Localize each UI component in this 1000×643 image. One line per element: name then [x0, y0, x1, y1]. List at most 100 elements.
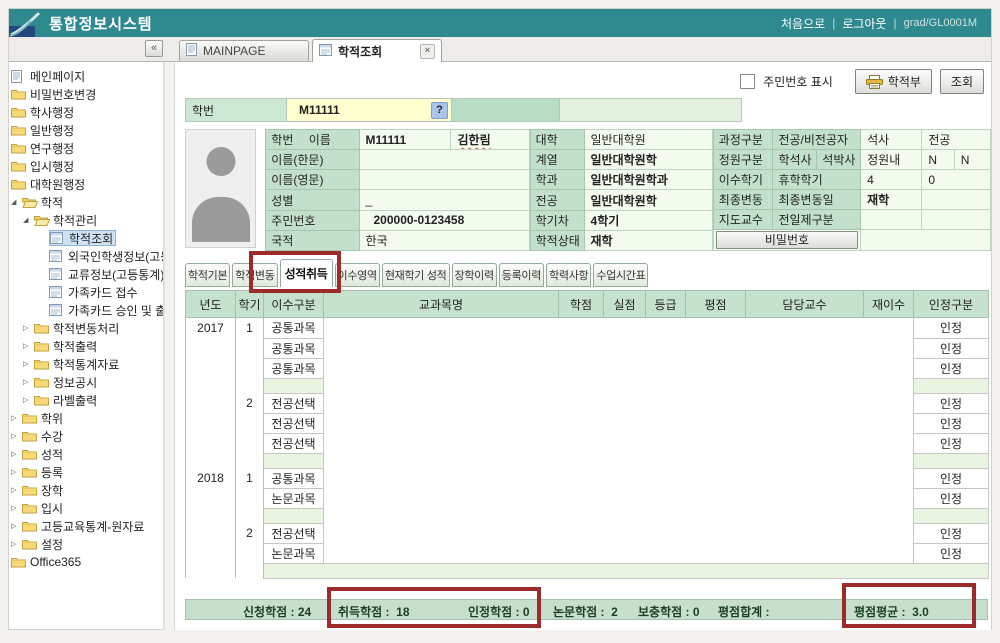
- window-tab-mainpage[interactable]: MAINPAGE: [179, 40, 309, 61]
- sidebar-collapse-button[interactable]: «: [145, 40, 163, 57]
- sidebar-item-label: 학위: [39, 410, 65, 427]
- sidebar-item[interactable]: 외국인학생정보(고등: [9, 247, 163, 265]
- sidebar-item[interactable]: 대학원행정: [9, 175, 163, 193]
- detail-tab-7[interactable]: 등록이력: [499, 263, 544, 287]
- sidebar-item[interactable]: ▷학적변동처리: [9, 319, 163, 337]
- tree-collapsed-icon[interactable]: ▷: [23, 396, 34, 404]
- tree-collapsed-icon[interactable]: ▷: [11, 540, 22, 548]
- sidebar-item[interactable]: ▷수강: [9, 427, 163, 445]
- sidebar-item[interactable]: 메인페이지: [9, 67, 163, 85]
- tree-expanded-icon[interactable]: ◢: [11, 198, 22, 206]
- tree-collapsed-icon[interactable]: ▷: [11, 522, 22, 530]
- sidebar-item[interactable]: 학사행정: [9, 103, 163, 121]
- tree-expanded-icon[interactable]: ◢: [23, 216, 34, 224]
- student-info-label: 이름(영문): [266, 170, 359, 190]
- grade-table-row[interactable]: 2전공선택인정: [186, 523, 989, 543]
- sidebar-item-content: 가족카드 접수: [49, 284, 140, 300]
- detail-tab-3[interactable]: 성적취득: [280, 259, 333, 287]
- student-info-row: 학과일반대학원학과: [530, 170, 712, 190]
- sidebar-item[interactable]: ▷설정: [9, 535, 163, 553]
- grade-table-row[interactable]: 공통과목인정: [186, 338, 989, 358]
- sidebar-item-content: 대학원행정: [11, 176, 87, 192]
- sidebar-item[interactable]: ▷성적: [9, 445, 163, 463]
- sidebar-item[interactable]: ▷ 학위: [9, 409, 163, 427]
- grade-table-row[interactable]: 전공선택인정: [186, 433, 989, 453]
- sidebar-item[interactable]: ◢학적관리: [9, 211, 163, 229]
- grade-table-row[interactable]: 논문과목인정: [186, 488, 989, 508]
- student-info-label: 국적: [266, 230, 359, 250]
- detail-tab-6[interactable]: 장학이력: [452, 263, 497, 287]
- window-tabs: MAINPAGE학적조회×: [179, 37, 445, 61]
- sidebar-item[interactable]: 비밀번호변경: [9, 85, 163, 103]
- summary-4: 논문학점 : 2: [553, 603, 618, 620]
- grade-cell-semester: [236, 378, 264, 393]
- grade-table-row[interactable]: 전공선택인정: [186, 413, 989, 433]
- grade-cell-year: [186, 413, 236, 433]
- grade-table-row[interactable]: 공통과목인정: [186, 358, 989, 378]
- detail-tab-9[interactable]: 수업시간표: [593, 263, 648, 287]
- window-tab-hakjeok[interactable]: 학적조회×: [312, 39, 442, 62]
- tree-collapsed-icon[interactable]: ▷: [23, 360, 34, 368]
- tree-collapsed-icon[interactable]: ▷: [11, 504, 22, 512]
- sidebar-item[interactable]: 연구행정: [9, 139, 163, 157]
- tree-collapsed-icon[interactable]: ▷: [23, 378, 34, 386]
- grade-table-row[interactable]: 20181공통과목인정: [186, 468, 989, 488]
- sidebar-item[interactable]: 가족카드 접수: [9, 283, 163, 301]
- sidebar-item[interactable]: 일반행정: [9, 121, 163, 139]
- tree-collapsed-icon[interactable]: ▷: [11, 486, 22, 494]
- sidebar-item[interactable]: 교류정보(고등통계): [9, 265, 163, 283]
- tree-collapsed-icon[interactable]: ▷: [23, 324, 34, 332]
- student-info-value: 정원내: [861, 150, 922, 170]
- folder-icon: [34, 340, 51, 352]
- detail-tab-4[interactable]: 이수영역: [335, 263, 380, 287]
- student-info-value: 200000-0123458: [359, 210, 529, 230]
- detail-tab-2[interactable]: 학적변동: [232, 263, 277, 287]
- help-icon[interactable]: ?: [431, 102, 448, 119]
- grade-cell-middle: [324, 378, 914, 393]
- sidebar-item[interactable]: ▷ 라벨출력: [9, 391, 163, 409]
- header-separator: |: [832, 16, 835, 30]
- sidebar-item-label: 가족카드 접수: [66, 284, 140, 301]
- search-button[interactable]: 조회: [940, 69, 984, 94]
- grade-separator-row: [186, 453, 989, 468]
- sidebar-item[interactable]: ◢학적: [9, 193, 163, 211]
- home-link[interactable]: 처음으로: [781, 15, 825, 32]
- password-button[interactable]: 비밀번호: [716, 231, 858, 249]
- grade-table-row[interactable]: 논문과목인정: [186, 543, 989, 563]
- tree-collapsed-icon[interactable]: ▷: [23, 342, 34, 350]
- transcript-print-button[interactable]: 학적부: [855, 69, 932, 94]
- student-info-value: 일반대학원학: [584, 190, 712, 210]
- grade-table-row[interactable]: 20171공통과목인정: [186, 318, 989, 339]
- sidebar-item[interactable]: ▷고등교육통계-원자료: [9, 517, 163, 535]
- sidebar-item-content: 학적통계자료: [34, 356, 121, 372]
- sidebar-item-content: 학적조회: [49, 230, 116, 246]
- sidebar-item[interactable]: 학적조회: [9, 229, 163, 247]
- sidebar-item-label: 라벨출력: [51, 392, 99, 409]
- logout-link[interactable]: 로그아웃: [842, 15, 886, 32]
- grade-cell-recognition: 인정: [914, 413, 989, 433]
- close-icon[interactable]: ×: [420, 44, 435, 59]
- sidebar-item[interactable]: ▷학적출력: [9, 337, 163, 355]
- resident-number-checkbox[interactable]: [740, 74, 755, 89]
- sidebar-item[interactable]: ▷입시: [9, 499, 163, 517]
- tree-collapsed-icon[interactable]: ▷: [11, 432, 22, 440]
- student-id-bar: 학번 M11111 ?: [185, 98, 742, 122]
- tree-collapsed-icon[interactable]: ▷: [11, 414, 22, 422]
- sidebar-item[interactable]: ▷등록: [9, 463, 163, 481]
- sidebar-item[interactable]: Office365: [9, 553, 163, 571]
- sidebar-item[interactable]: 가족카드 승인 및 출: [9, 301, 163, 319]
- detail-tab-5[interactable]: 현재학기 성적: [382, 263, 450, 287]
- sidebar-splitter[interactable]: [164, 62, 175, 630]
- folder-icon: [34, 358, 51, 370]
- sidebar-item[interactable]: ▷정보공시: [9, 373, 163, 391]
- student-info-middle-grid: 대학일반대학원계열일반대학원학학과일반대학원학과전공일반대학원학학기차4학기학적…: [530, 129, 713, 251]
- detail-tab-8[interactable]: 학력사항: [546, 263, 591, 287]
- sidebar-item[interactable]: ▷장학: [9, 481, 163, 499]
- sidebar-item[interactable]: ▷학적통계자료: [9, 355, 163, 373]
- sidebar-item[interactable]: 입시행정: [9, 157, 163, 175]
- grade-table-row[interactable]: 2전공선택인정: [186, 393, 989, 413]
- tree-collapsed-icon[interactable]: ▷: [11, 468, 22, 476]
- student-id-input[interactable]: M11111 ?: [287, 98, 452, 122]
- detail-tab-1[interactable]: 학적기본: [185, 263, 230, 287]
- tree-collapsed-icon[interactable]: ▷: [11, 450, 22, 458]
